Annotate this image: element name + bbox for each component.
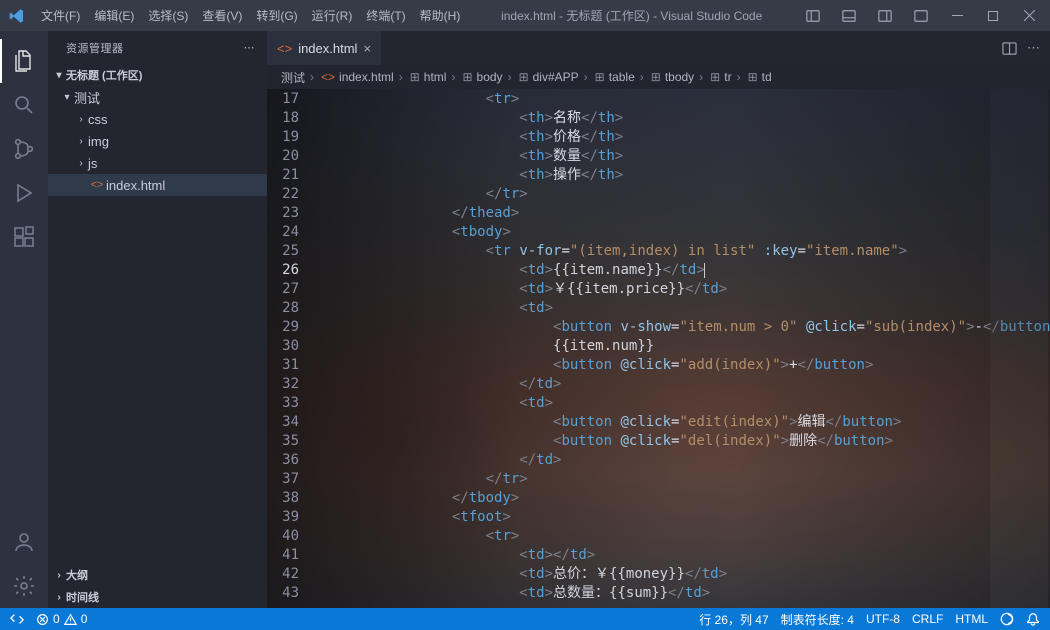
explorer-activity-icon[interactable] (0, 39, 48, 83)
layout-custom-icon[interactable] (904, 0, 938, 31)
html-file-icon: <> (277, 41, 292, 56)
split-editor-icon[interactable] (1002, 41, 1017, 56)
settings-activity-icon[interactable] (0, 564, 48, 608)
warning-count: 0 (81, 612, 88, 626)
window-title: index.html - 无标题 (工作区) - Visual Studio C… (467, 7, 796, 24)
breadcrumb-item[interactable]: tbody (665, 70, 694, 84)
menu-item[interactable]: 查看(V) (195, 2, 249, 29)
file-item[interactable]: <>index.html (48, 174, 267, 196)
outline-section-header[interactable]: ›大纲 (48, 564, 267, 586)
timeline-section-header[interactable]: ›时间线 (48, 586, 267, 608)
breadcrumb-item[interactable]: body (477, 70, 503, 84)
layout-panel-icon[interactable] (832, 0, 866, 31)
menu-bar: 文件(F)编辑(E)选择(S)查看(V)转到(G)运行(R)终端(T)帮助(H) (34, 2, 467, 29)
breadcrumbs[interactable]: 测试›<>index.html›⊞html›⊞body›⊞div#APP›⊞ta… (267, 65, 1050, 89)
breadcrumb-item[interactable]: td (762, 70, 772, 84)
folder-item[interactable]: ›img (48, 130, 267, 152)
cursor-position[interactable]: 行 26，列 47 (699, 611, 768, 628)
workspace-name: 无标题 (工作区) (66, 67, 142, 83)
menu-item[interactable]: 帮助(H) (413, 2, 468, 29)
problems-indicator[interactable]: 0 0 (36, 612, 87, 626)
feedback-icon[interactable] (1000, 612, 1014, 626)
activity-bar (0, 31, 48, 608)
status-bar: 0 0 行 26，列 47 制表符长度: 4 UTF-8 CRLF HTML (0, 608, 1050, 630)
run-debug-activity-icon[interactable] (0, 171, 48, 215)
error-count: 0 (53, 612, 60, 626)
source-control-activity-icon[interactable] (0, 127, 48, 171)
timeline-label: 时间线 (66, 589, 99, 605)
sidebar-title: 资源管理器 (66, 40, 124, 56)
encoding-status[interactable]: UTF-8 (866, 612, 900, 626)
editor-area: <> index.html × ⋯ 测试›<>index.html›⊞html›… (267, 31, 1050, 608)
breadcrumb-item[interactable]: index.html (339, 70, 394, 84)
folder-item[interactable]: ▾测试 (48, 86, 267, 108)
eol-status[interactable]: CRLF (912, 612, 943, 626)
breadcrumb-item[interactable]: tr (724, 70, 731, 84)
close-window-button[interactable] (1012, 0, 1046, 31)
vscode-logo-icon (0, 8, 34, 24)
menu-item[interactable]: 文件(F) (34, 2, 87, 29)
breadcrumb-item[interactable]: table (609, 70, 635, 84)
menu-item[interactable]: 编辑(E) (87, 2, 141, 29)
menu-item[interactable]: 运行(R) (305, 2, 360, 29)
folder-item[interactable]: ›css (48, 108, 267, 130)
search-activity-icon[interactable] (0, 83, 48, 127)
notifications-icon[interactable] (1026, 612, 1040, 626)
menu-item[interactable]: 转到(G) (249, 2, 304, 29)
maximize-button[interactable] (976, 0, 1010, 31)
file-tree: ▾测试›css›img›js<>index.html (48, 86, 267, 564)
menu-item[interactable]: 终端(T) (359, 2, 412, 29)
minimap[interactable] (990, 89, 1048, 608)
outline-label: 大纲 (66, 567, 88, 583)
language-status[interactable]: HTML (955, 612, 988, 626)
indentation-status[interactable]: 制表符长度: 4 (781, 611, 854, 628)
remote-indicator[interactable] (10, 612, 24, 626)
layout-secondary-icon[interactable] (868, 0, 902, 31)
editor-more-icon[interactable]: ⋯ (1027, 40, 1040, 56)
close-tab-icon[interactable]: × (363, 41, 371, 56)
breadcrumb-item[interactable]: html (424, 70, 447, 84)
menu-item[interactable]: 选择(S) (141, 2, 195, 29)
breadcrumb-item[interactable]: 测试 (281, 69, 305, 86)
breadcrumb-item[interactable]: div#APP (533, 70, 579, 84)
explorer-sidebar: 资源管理器 ⋯ ▾ 无标题 (工作区) ▾测试›css›img›js<>inde… (48, 31, 267, 608)
sidebar-more-icon[interactable]: ⋯ (244, 41, 256, 54)
editor-tabs: <> index.html × ⋯ (267, 31, 1050, 65)
tab-label: index.html (298, 41, 357, 56)
layout-primary-icon[interactable] (796, 0, 830, 31)
minimize-button[interactable] (940, 0, 974, 31)
workspace-section-header[interactable]: ▾ 无标题 (工作区) (48, 64, 267, 86)
tab-index-html[interactable]: <> index.html × (267, 31, 381, 65)
folder-item[interactable]: ›js (48, 152, 267, 174)
title-bar: 文件(F)编辑(E)选择(S)查看(V)转到(G)运行(R)终端(T)帮助(H)… (0, 0, 1050, 31)
extensions-activity-icon[interactable] (0, 215, 48, 259)
account-activity-icon[interactable] (0, 520, 48, 564)
code-editor[interactable]: 17 <tr>18 <th>名称</th>19 <th>价格</th>20 <t… (267, 89, 1050, 608)
